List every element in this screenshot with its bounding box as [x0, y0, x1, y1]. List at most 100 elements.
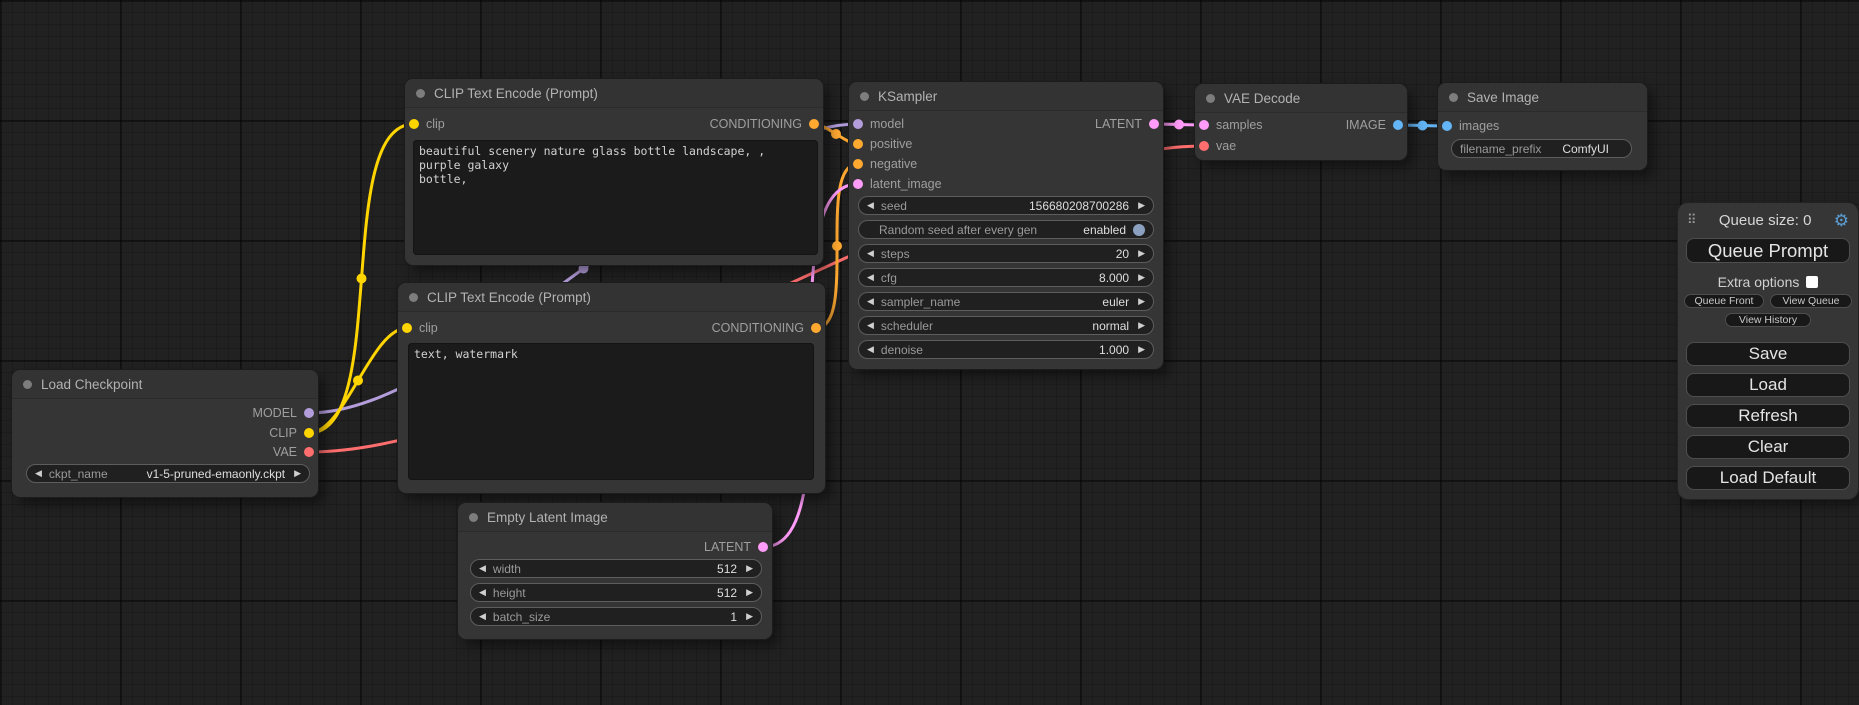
input-slot-model[interactable]: model [853, 116, 904, 132]
queue-front-button[interactable]: Queue Front [1684, 294, 1764, 308]
view-history-button[interactable]: View History [1725, 313, 1811, 327]
widget-batch-size[interactable]: ◀ batch_size 1 ▶ [470, 607, 762, 626]
conditioning-socket-icon[interactable] [809, 119, 819, 129]
output-slot-conditioning[interactable]: CONDITIONING [712, 320, 821, 336]
node-clip-text-encode-positive[interactable]: CLIP Text Encode (Prompt) clip CONDITION… [405, 79, 823, 265]
node-title-bar[interactable]: VAE Decode [1195, 84, 1407, 113]
clear-button[interactable]: Clear [1686, 435, 1850, 459]
decrement-arrow-icon[interactable]: ◀ [867, 201, 874, 210]
widget-sampler-name[interactable]: ◀ sampler_name euler ▶ [858, 292, 1154, 311]
decrement-arrow-icon[interactable]: ◀ [479, 588, 486, 597]
node-empty-latent-image[interactable]: Empty Latent Image LATENT ◀ width 512 ▶ … [458, 503, 772, 639]
increment-arrow-icon[interactable]: ▶ [1138, 297, 1145, 306]
node-title-bar[interactable]: Empty Latent Image [458, 503, 772, 532]
node-collapse-dot-icon[interactable] [23, 380, 32, 389]
widget-cfg[interactable]: ◀ cfg 8.000 ▶ [858, 268, 1154, 287]
node-collapse-dot-icon[interactable] [1449, 93, 1458, 102]
queue-panel[interactable]: ⠿ Queue size: 0 ⚙ Queue Prompt Extra opt… [1678, 203, 1858, 499]
toggle-enabled-icon[interactable] [1133, 224, 1145, 236]
decrement-arrow-icon[interactable]: ◀ [867, 249, 874, 258]
input-slot-clip[interactable]: clip [402, 320, 438, 336]
image-socket-icon[interactable] [1442, 121, 1452, 131]
node-title-bar[interactable]: KSampler [849, 82, 1163, 111]
increment-arrow-icon[interactable]: ▶ [1138, 321, 1145, 330]
node-save-image[interactable]: Save Image images filename_prefix ComfyU… [1438, 83, 1647, 170]
widget-filename-prefix[interactable]: filename_prefix ComfyUI [1451, 139, 1632, 158]
increment-arrow-icon[interactable]: ▶ [746, 564, 753, 573]
increment-arrow-icon[interactable]: ▶ [746, 612, 753, 621]
input-slot-clip[interactable]: clip [409, 116, 445, 132]
widget-steps[interactable]: ◀ steps 20 ▶ [858, 244, 1154, 263]
node-collapse-dot-icon[interactable] [469, 513, 478, 522]
node-clip-text-encode-negative[interactable]: CLIP Text Encode (Prompt) clip CONDITION… [398, 283, 825, 493]
input-slot-latent-image[interactable]: latent_image [853, 176, 942, 192]
node-vae-decode[interactable]: VAE Decode samples vae IMAGE [1195, 84, 1407, 160]
widget-height[interactable]: ◀ height 512 ▶ [470, 583, 762, 602]
decrement-arrow-icon[interactable]: ◀ [867, 297, 874, 306]
decrement-arrow-icon[interactable]: ◀ [479, 612, 486, 621]
output-slot-conditioning[interactable]: CONDITIONING [710, 116, 819, 132]
clip-socket-icon[interactable] [409, 119, 419, 129]
latent-socket-icon[interactable] [1199, 120, 1209, 130]
clip-socket-icon[interactable] [304, 428, 314, 438]
node-title-bar[interactable]: CLIP Text Encode (Prompt) [405, 79, 823, 108]
increment-arrow-icon[interactable]: ▶ [1138, 249, 1145, 258]
widget-scheduler[interactable]: ◀ scheduler normal ▶ [858, 316, 1154, 335]
refresh-button[interactable]: Refresh [1686, 404, 1850, 428]
vae-socket-icon[interactable] [1199, 141, 1209, 151]
prompt-textarea[interactable]: text, watermark [408, 343, 814, 480]
output-slot-clip[interactable]: CLIP [269, 425, 314, 441]
decrement-arrow-icon[interactable]: ◀ [35, 469, 42, 478]
view-queue-button[interactable]: View Queue [1770, 294, 1852, 308]
widget-width[interactable]: ◀ width 512 ▶ [470, 559, 762, 578]
latent-socket-icon[interactable] [1149, 119, 1159, 129]
conditioning-socket-icon[interactable] [853, 139, 863, 149]
increment-arrow-icon[interactable]: ▶ [746, 588, 753, 597]
increment-arrow-icon[interactable]: ▶ [1138, 201, 1145, 210]
decrement-arrow-icon[interactable]: ◀ [867, 321, 874, 330]
node-collapse-dot-icon[interactable] [409, 293, 418, 302]
node-collapse-dot-icon[interactable] [416, 89, 425, 98]
output-slot-latent[interactable]: LATENT [704, 539, 768, 555]
image-socket-icon[interactable] [1393, 120, 1403, 130]
clip-socket-icon[interactable] [402, 323, 412, 333]
prompt-textarea[interactable]: beautiful scenery nature glass bottle la… [413, 140, 818, 255]
extra-options-checkbox[interactable] [1806, 276, 1818, 288]
conditioning-socket-icon[interactable] [811, 323, 821, 333]
vae-socket-icon[interactable] [304, 447, 314, 457]
increment-arrow-icon[interactable]: ▶ [294, 469, 301, 478]
widget-seed[interactable]: ◀ seed 156680208700286 ▶ [858, 196, 1154, 215]
decrement-arrow-icon[interactable]: ◀ [867, 345, 874, 354]
load-button[interactable]: Load [1686, 373, 1850, 397]
node-collapse-dot-icon[interactable] [1206, 94, 1215, 103]
node-graph-canvas[interactable]: Load Checkpoint MODEL CLIP VAE ◀ ckpt_na… [0, 0, 1859, 705]
conditioning-socket-icon[interactable] [853, 159, 863, 169]
input-slot-images[interactable]: images [1442, 118, 1499, 134]
load-default-button[interactable]: Load Default [1686, 466, 1850, 490]
decrement-arrow-icon[interactable]: ◀ [867, 273, 874, 282]
node-ksampler[interactable]: KSampler model positive negative latent_… [849, 82, 1163, 369]
widget-denoise[interactable]: ◀ denoise 1.000 ▶ [858, 340, 1154, 359]
widget-ckpt-name[interactable]: ◀ ckpt_name v1-5-pruned-emaonly.ckpt ▶ [26, 464, 310, 483]
widget-random-seed-toggle[interactable]: Random seed after every gen enabled [858, 220, 1154, 239]
output-slot-image[interactable]: IMAGE [1346, 117, 1403, 133]
output-slot-latent[interactable]: LATENT [1095, 116, 1159, 132]
input-slot-samples[interactable]: samples [1199, 117, 1263, 133]
node-title-bar[interactable]: Load Checkpoint [12, 370, 318, 399]
latent-socket-icon[interactable] [758, 542, 768, 552]
input-slot-positive[interactable]: positive [853, 136, 912, 152]
output-slot-vae[interactable]: VAE [273, 444, 314, 460]
queue-prompt-button[interactable]: Queue Prompt [1686, 238, 1850, 263]
output-slot-model[interactable]: MODEL [253, 405, 314, 421]
increment-arrow-icon[interactable]: ▶ [1138, 345, 1145, 354]
model-socket-icon[interactable] [304, 408, 314, 418]
node-load-checkpoint[interactable]: Load Checkpoint MODEL CLIP VAE ◀ ckpt_na… [12, 370, 318, 497]
node-collapse-dot-icon[interactable] [860, 92, 869, 101]
drag-handle-icon[interactable]: ⠿ [1687, 212, 1697, 228]
input-slot-negative[interactable]: negative [853, 156, 917, 172]
input-slot-vae[interactable]: vae [1199, 138, 1236, 154]
settings-gear-icon[interactable]: ⚙ [1834, 212, 1849, 229]
decrement-arrow-icon[interactable]: ◀ [479, 564, 486, 573]
latent-socket-icon[interactable] [853, 179, 863, 189]
save-button[interactable]: Save [1686, 342, 1850, 366]
